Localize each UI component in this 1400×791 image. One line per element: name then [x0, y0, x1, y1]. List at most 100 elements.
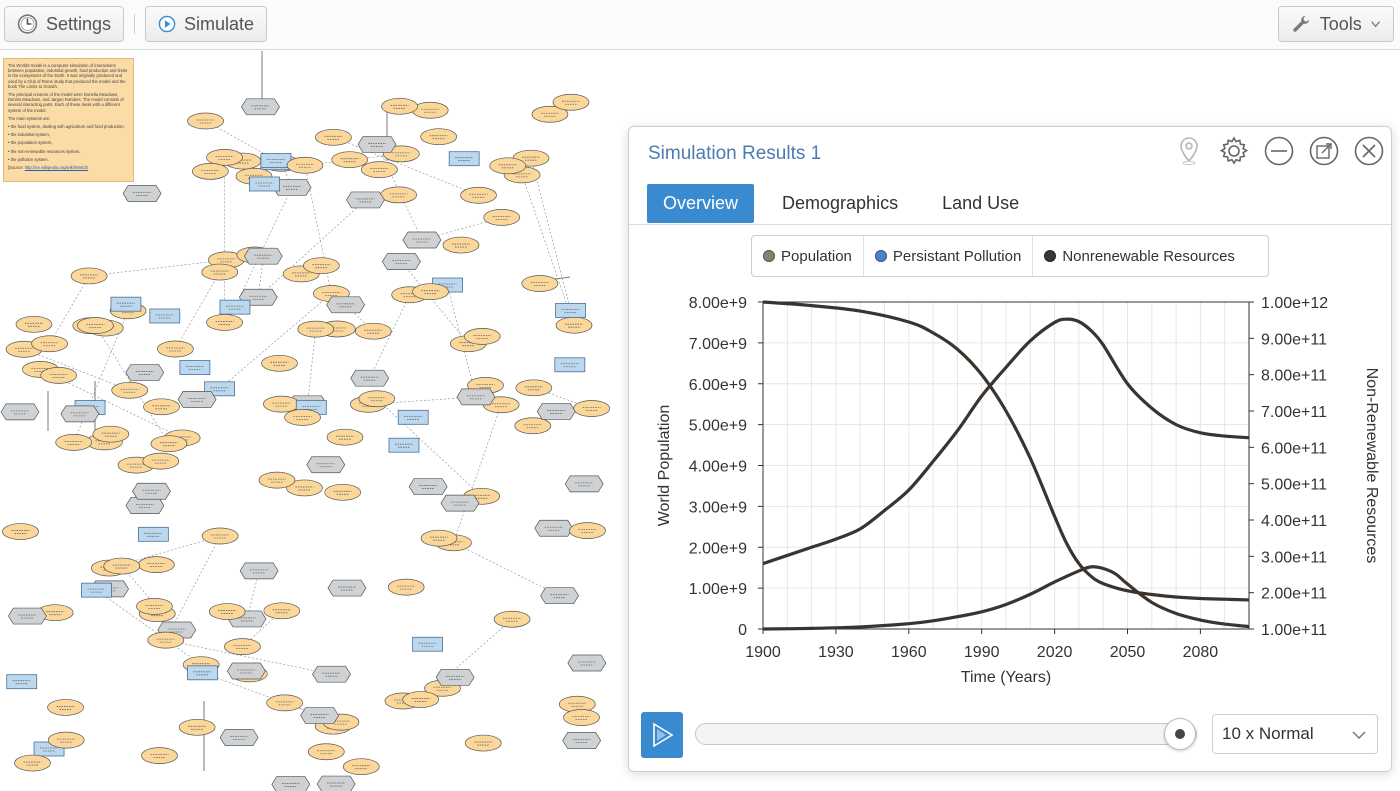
model-converter-node[interactable]	[540, 587, 579, 605]
model-variable-node[interactable]	[263, 395, 300, 413]
play-button[interactable]	[641, 712, 683, 758]
model-converter-node[interactable]	[408, 478, 448, 495]
model-stock-node[interactable]	[81, 582, 112, 598]
model-variable-node[interactable]	[263, 602, 301, 620]
model-stock-node[interactable]	[6, 674, 38, 690]
model-converter-node[interactable]	[402, 231, 442, 249]
model-description-note[interactable]: The World3 model is a computer simulatio…	[3, 58, 134, 182]
tab-land-use[interactable]: Land Use	[926, 184, 1035, 223]
model-converter-node[interactable]	[316, 775, 356, 791]
model-stock-node[interactable]	[219, 299, 251, 315]
model-variable-node[interactable]	[521, 275, 559, 292]
model-variable-node[interactable]	[70, 267, 108, 285]
model-converter-node[interactable]	[177, 391, 217, 408]
model-stock-node[interactable]	[137, 526, 169, 542]
model-variable-node[interactable]	[361, 161, 398, 178]
model-converter-node[interactable]	[226, 662, 266, 680]
model-variable-node[interactable]	[201, 263, 239, 281]
model-variable-node[interactable]	[515, 379, 553, 397]
tab-overview[interactable]: Overview	[647, 184, 755, 223]
results-chart[interactable]: 0 1.00e+9 2.00e+9 3.00e+9 4.00e+9 5.00e+9 6.00…	[629, 277, 1391, 707]
model-variable-node[interactable]	[224, 638, 261, 655]
model-variable-node[interactable]	[92, 425, 130, 443]
model-variable-node[interactable]	[563, 709, 600, 726]
model-variable-node[interactable]	[103, 557, 141, 575]
model-stock-node[interactable]	[149, 308, 181, 324]
model-variable-node[interactable]	[136, 598, 173, 615]
model-variable-node[interactable]	[31, 335, 68, 353]
model-variable-node[interactable]	[489, 157, 527, 175]
model-variable-node[interactable]	[178, 718, 216, 736]
model-variable-node[interactable]	[47, 699, 84, 716]
model-converter-node[interactable]	[562, 732, 602, 749]
model-converter-node[interactable]	[0, 403, 40, 421]
model-variable-node[interactable]	[483, 209, 521, 226]
model-stock-node[interactable]	[388, 437, 420, 453]
model-stock-node[interactable]	[260, 153, 292, 168]
model-variable-node[interactable]	[15, 315, 53, 333]
model-variable-node[interactable]	[191, 162, 229, 180]
model-stock-node[interactable]	[397, 409, 429, 425]
slider-thumb[interactable]	[1164, 718, 1196, 750]
model-variable-node[interactable]	[2, 523, 39, 540]
model-variable-node[interactable]	[261, 354, 298, 372]
model-variable-node[interactable]	[187, 112, 224, 130]
model-converter-node[interactable]	[326, 296, 366, 314]
legend-item-resources[interactable]: Nonrenewable Resources	[1033, 236, 1246, 276]
model-variable-node[interactable]	[420, 128, 458, 146]
simulation-results-window[interactable]: Simulation Results 1 Overview Demographi…	[628, 126, 1392, 772]
model-variable-node[interactable]	[442, 236, 480, 254]
model-converter-node[interactable]	[132, 482, 171, 500]
model-stock-node[interactable]	[187, 665, 218, 681]
model-variable-node[interactable]	[284, 409, 321, 426]
model-variable-node[interactable]	[412, 283, 449, 301]
window-header[interactable]: Simulation Results 1	[629, 127, 1391, 181]
model-converter-node[interactable]	[219, 729, 259, 746]
model-variable-node[interactable]	[258, 471, 296, 489]
model-converter-node[interactable]	[440, 494, 480, 512]
model-converter-node[interactable]	[125, 497, 165, 514]
model-converter-node[interactable]	[435, 668, 475, 686]
model-variable-node[interactable]	[354, 322, 392, 340]
model-variable-node[interactable]	[157, 340, 194, 358]
model-variable-node[interactable]	[286, 156, 324, 174]
model-converter-node[interactable]	[300, 707, 340, 724]
model-variable-node[interactable]	[150, 435, 188, 453]
model-variable-node[interactable]	[315, 128, 352, 146]
model-converter-node[interactable]	[241, 98, 280, 116]
model-variable-node[interactable]	[77, 317, 114, 334]
model-variable-node[interactable]	[555, 316, 593, 334]
model-variable-node[interactable]	[142, 452, 180, 470]
model-variable-node[interactable]	[47, 731, 85, 749]
legend-item-population[interactable]: Population	[752, 236, 864, 276]
model-converter-node[interactable]	[7, 607, 47, 625]
model-variable-node[interactable]	[331, 151, 369, 169]
model-variable-node[interactable]	[14, 754, 51, 772]
model-converter-node[interactable]	[327, 579, 367, 597]
model-variable-node[interactable]	[137, 556, 175, 574]
settings-button[interactable]: Settings	[4, 6, 124, 42]
model-variable-node[interactable]	[342, 758, 380, 776]
model-converter-node[interactable]	[243, 247, 283, 265]
model-converter-node[interactable]	[564, 475, 604, 493]
model-variable-node[interactable]	[552, 93, 590, 111]
time-slider[interactable]	[695, 718, 1197, 750]
location-pin-icon[interactable]	[1173, 135, 1205, 167]
model-variable-node[interactable]	[514, 417, 552, 435]
model-stock-node[interactable]	[179, 360, 211, 375]
model-converter-node[interactable]	[60, 405, 100, 423]
minimize-icon[interactable]	[1263, 135, 1295, 167]
model-converter-node[interactable]	[122, 185, 162, 202]
model-stock-node[interactable]	[110, 296, 142, 312]
model-variable-node[interactable]	[402, 691, 440, 708]
model-variable-node[interactable]	[55, 434, 93, 451]
model-converter-node[interactable]	[534, 519, 574, 537]
model-converter-node[interactable]	[125, 364, 165, 381]
model-variable-node[interactable]	[206, 149, 243, 166]
simulate-button[interactable]: Simulate	[145, 6, 267, 42]
model-variable-node[interactable]	[387, 578, 425, 596]
model-stock-node[interactable]	[448, 151, 480, 167]
model-converter-node[interactable]	[567, 654, 607, 672]
tools-button[interactable]: Tools	[1278, 6, 1394, 42]
model-variable-node[interactable]	[573, 400, 611, 417]
